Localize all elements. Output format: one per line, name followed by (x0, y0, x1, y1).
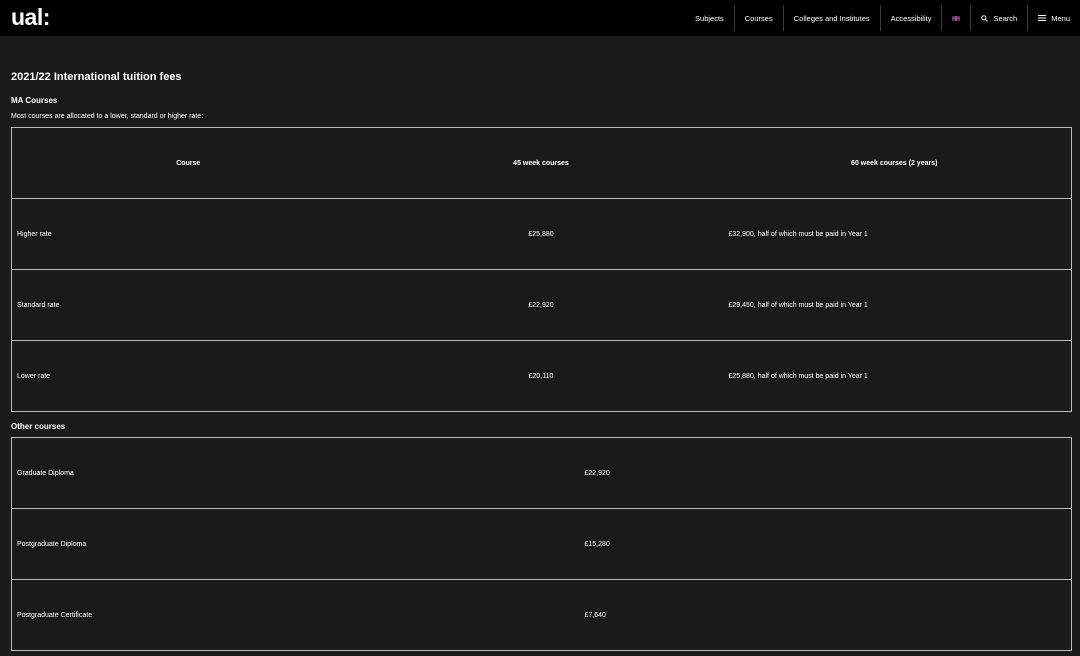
column-header-45-week: 45 week courses (364, 127, 718, 199)
nav-subjects[interactable]: Subjects (685, 5, 734, 31)
course-fee: £22,920 (541, 437, 1072, 509)
rate-name: Higher rate (11, 198, 365, 270)
other-courses-table: Graduate Diploma £22,920 Postgraduate Di… (11, 437, 1072, 651)
fee-45-week: £20,110 (364, 340, 718, 412)
fee-60-week: £29,450, half of which must be paid in Y… (717, 269, 1072, 341)
intro-text: Most courses are allocated to a lower, s… (11, 113, 204, 120)
table-row: Lower rate £20,110 £25,880, half of whic… (11, 340, 1072, 412)
nav-accessibility-label: Accessibility (890, 13, 932, 23)
course-name: Postgraduate Certificate (11, 579, 542, 651)
table-row: Postgraduate Diploma £15,280 (11, 508, 1072, 580)
search-button[interactable]: Search (970, 5, 1027, 31)
other-courses-heading: Other courses (11, 422, 66, 431)
ma-courses-table: Course 45 week courses 60 week courses (… (11, 127, 1072, 412)
fee-45-week: £22,920 (364, 269, 718, 341)
language-selector[interactable] (941, 5, 970, 31)
menu-button[interactable]: Menu (1027, 5, 1080, 31)
nav-courses[interactable]: Courses (733, 5, 783, 31)
search-icon (981, 14, 989, 22)
nav-courses-label: Courses (744, 13, 773, 23)
course-name: Postgraduate Diploma (11, 508, 542, 580)
course-fee: £15,280 (541, 508, 1072, 580)
course-name: Graduate Diploma (11, 437, 542, 509)
nav-colleges-and-institutes[interactable]: Colleges and Institutes (782, 5, 880, 31)
rate-name: Lower rate (11, 340, 365, 412)
ual-logo[interactable]: ual: (11, 3, 50, 31)
rate-name: Standard rate (11, 269, 365, 341)
fee-60-week: £32,900, half of which must be paid in Y… (717, 198, 1072, 270)
table-header-row: Course 45 week courses 60 week courses (… (11, 127, 1072, 199)
table-row: Standard rate £22,920 £29,450, half of w… (11, 269, 1072, 341)
nav-colleges-label: Colleges and Institutes (793, 13, 870, 23)
column-header-60-week: 60 week courses (2 years) (717, 127, 1072, 199)
course-fee: £7,640 (541, 579, 1072, 651)
table-row: Postgraduate Certificate £7,640 (11, 579, 1072, 651)
table-row: Higher rate £25,880 £32,900, half of whi… (11, 198, 1072, 270)
nav-accessibility[interactable]: Accessibility (879, 5, 942, 31)
nav-subjects-label: Subjects (695, 13, 724, 23)
fee-60-week: £25,880, half of which must be paid in Y… (717, 340, 1072, 412)
hamburger-menu-icon (1038, 15, 1047, 21)
column-header-course: Course (11, 127, 365, 199)
page-title: 2021/22 International tuition fees (11, 71, 182, 83)
search-label: Search (993, 13, 1018, 23)
uk-flag-icon (952, 15, 961, 21)
ma-courses-heading: MA Courses (11, 96, 58, 105)
main-nav: Subjects Courses Colleges and Institutes… (685, 0, 1080, 36)
top-navigation-bar: ual: Subjects Courses Colleges and Insti… (0, 0, 1080, 36)
table-row: Graduate Diploma £22,920 (11, 437, 1072, 509)
fee-45-week: £25,880 (364, 198, 718, 270)
menu-label: Menu (1051, 13, 1070, 23)
